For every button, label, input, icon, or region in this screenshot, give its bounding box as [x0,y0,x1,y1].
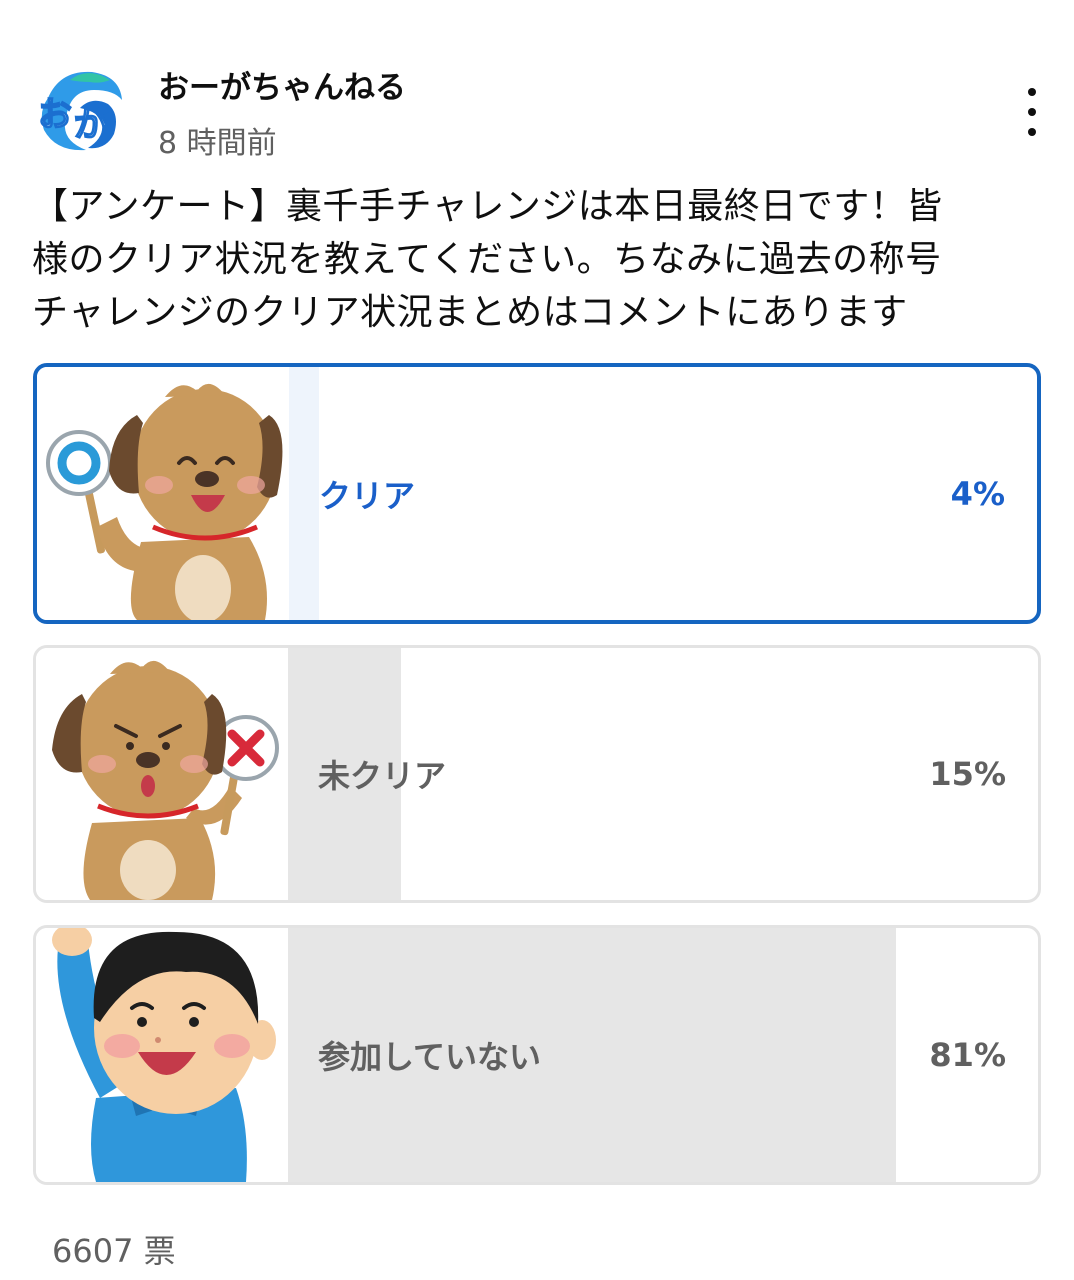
post-text: 【アンケート】裏千手チャレンジは本日最終日です！皆 様のクリア状況を教えてくださ… [32,180,1022,339]
dog-holding-x-sign-icon [36,648,288,900]
poll-option-percent: 15% [929,755,1006,793]
post-text-line: 【アンケート】裏千手チャレンジは本日最終日です！皆 [32,186,943,227]
poll-option-percent: 4% [950,474,1005,513]
post-header: お が おーがちゃんねる 8 時間前 [30,60,1050,161]
poll-option-label: 参加していない [318,1038,542,1076]
svg-text:が: が [74,105,108,145]
poll-bar-fill [289,367,319,620]
channel-logo-icon[interactable]: お が [30,60,130,160]
boy-raising-hand-icon [36,928,288,1182]
poll-option-label: クリア [319,476,416,515]
channel-name[interactable]: おーがちゃんねる [158,62,406,107]
poll-option-not-clear[interactable]: 未クリア 15% [33,645,1041,903]
dog-holding-circle-sign-icon [37,367,289,620]
svg-text:お: お [38,95,72,135]
poll-option-not-participating[interactable]: 参加していない 81% [33,925,1041,1185]
post-timestamp: 8 時間前 [158,126,277,161]
poll-option-label: 未クリア [318,757,447,795]
poll-option-clear[interactable]: クリア 4% [33,363,1041,624]
more-vertical-icon[interactable] [1020,88,1044,136]
post-text-line: チャレンジのクリア状況まとめはコメントにあります [32,292,908,333]
post-text-line: 様のクリア状況を教えてください。ちなみに過去の称号 [32,239,942,280]
poll-option-percent: 81% [929,1036,1006,1074]
vote-count: 6607 票 [52,1232,176,1270]
